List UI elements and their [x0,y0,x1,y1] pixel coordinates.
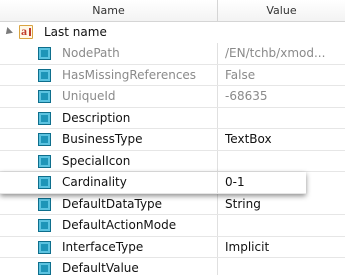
property-icon [38,154,51,168]
cell-separator [217,215,218,236]
property-value[interactable] [225,258,343,275]
property-name: InterfaceType [62,239,144,254]
row-indent [0,107,33,128]
row-indent [0,64,33,85]
property-name: SpecialIcon [62,153,131,168]
text-field-icon: a [19,24,33,39]
cell-separator [217,64,218,85]
property-row[interactable]: DefaultValue [0,258,345,275]
property-row[interactable]: DefaultActionMode [0,215,345,237]
property-value[interactable]: String [225,194,343,215]
text-cursor-bar [29,28,31,36]
property-name: HasMissingReferences [62,67,197,82]
row-indent [0,172,33,193]
property-value[interactable]: Implicit [225,237,343,258]
row-indent [0,86,33,107]
property-icon [38,47,51,60]
property-value[interactable]: TextBox [225,129,343,150]
property-icon [38,262,51,275]
property-icon [38,197,51,211]
row-indent [0,236,33,257]
property-row[interactable]: SpecialIcon [0,150,345,172]
property-icon [38,176,51,189]
property-value[interactable] [225,108,343,129]
property-row[interactable]: InterfaceType Implicit [0,236,345,258]
property-row[interactable]: UniqueId -68635 [0,86,345,108]
property-icon [38,68,51,82]
cell-separator [217,150,218,171]
property-value[interactable]: 0-1 [225,172,303,193]
row-indent [0,215,33,236]
row-indent [0,193,33,214]
property-row[interactable]: Description [0,107,345,129]
property-row[interactable]: DefaultDataType String [0,193,345,215]
property-name: NodePath [62,46,120,60]
property-value: -68635 [225,89,268,103]
property-row[interactable]: BusinessType TextBox [0,129,345,151]
property-row[interactable]: NodePath/EN/tchb/xmod... [0,43,345,65]
cell-separator [217,86,218,107]
property-icon [38,219,51,232]
cell-separator [217,172,218,193]
property-value[interactable] [225,151,343,172]
property-name: BusinessType [62,132,143,146]
cell-separator [217,107,218,128]
property-rows: NodePath/EN/tchb/xmod... HasMissingRefere… [0,43,345,275]
value-column-header[interactable]: Value [218,0,345,21]
cell-separator [217,236,218,257]
category-row[interactable]: a Last name [0,22,345,43]
property-icon [38,133,51,146]
cell-separator [217,129,218,150]
row-indent [0,129,33,150]
grid-header: Name Value [0,0,345,22]
cell-separator [217,193,218,214]
property-row[interactable]: Cardinality 0-1 [0,172,306,194]
cell-separator [217,258,218,275]
property-icon [38,90,51,103]
property-name: UniqueId [62,89,116,103]
property-value: False [225,67,256,82]
property-name: DefaultDataType [62,196,163,211]
property-icon [38,111,51,125]
text-field-glyph: a [21,24,27,38]
row-indent [0,43,33,64]
cell-separator [217,43,218,64]
property-icon [38,240,51,254]
property-name: Description [62,110,131,125]
expand-collapse-icon[interactable] [3,27,13,37]
property-row[interactable]: HasMissingReferences False [0,64,345,86]
row-indent [0,258,33,275]
property-grid: Name Value a Last name NodePath/EN/tchb/… [0,0,345,275]
property-name: DefaultValue [62,261,139,275]
property-value[interactable] [225,215,343,236]
name-column-header[interactable]: Name [0,0,217,21]
row-indent [0,150,33,171]
property-name: Cardinality [62,175,127,189]
property-value: /EN/tchb/xmod... [225,46,326,60]
property-name: DefaultActionMode [62,218,177,232]
category-label: Last name [44,25,107,39]
